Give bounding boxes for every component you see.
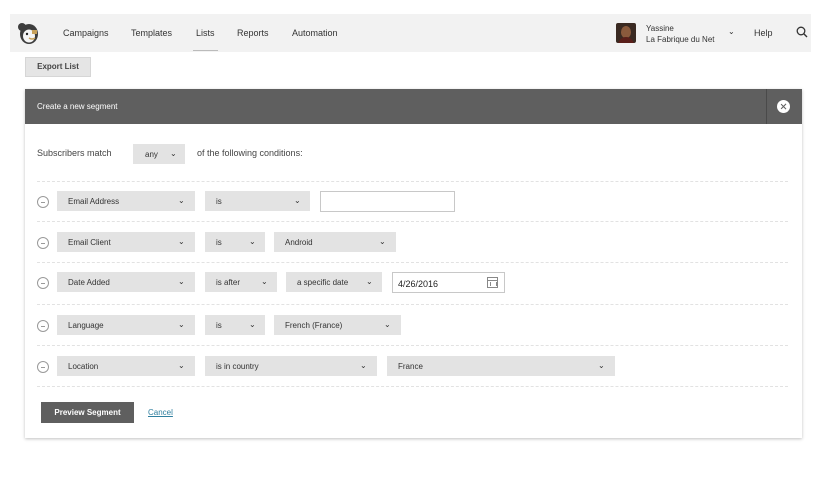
condition-row: Date Added ⌄ is after ⌄ a specific date … [25, 272, 802, 294]
mailchimp-logo-icon[interactable] [16, 20, 40, 46]
date-qualifier-select[interactable]: a specific date ⌄ [286, 272, 382, 292]
condition-value: French (France) [285, 321, 343, 330]
condition-operator-value: is in country [216, 362, 259, 371]
condition-row: Email Client ⌄ is ⌄ Android ⌄ [25, 232, 802, 254]
chevron-down-icon: ⌄ [261, 277, 268, 286]
nav-reports[interactable]: Reports [237, 28, 269, 38]
divider [37, 221, 788, 222]
avatar[interactable] [616, 23, 636, 43]
match-type-value: any [145, 150, 158, 159]
user-org[interactable]: La Fabrique du Net [646, 35, 715, 44]
condition-value: France [398, 362, 423, 371]
condition-row: Language ⌄ is ⌄ French (France) ⌄ [25, 315, 802, 337]
remove-condition-icon[interactable] [37, 237, 49, 249]
top-navigation: Campaigns Templates Lists Reports Automa… [10, 14, 811, 52]
chevron-down-icon[interactable]: ⌄ [728, 27, 735, 36]
condition-operator-value: is [216, 238, 222, 247]
header-divider [766, 89, 767, 124]
chevron-down-icon: ⌄ [249, 320, 256, 329]
condition-field-value: Email Client [68, 238, 111, 247]
chevron-down-icon: ⌄ [379, 237, 386, 246]
condition-field-select[interactable]: Location ⌄ [57, 356, 195, 376]
condition-operator-value: is [216, 321, 222, 330]
chevron-down-icon: ⌄ [360, 361, 367, 370]
match-suffix: of the following conditions: [197, 148, 303, 158]
help-link[interactable]: Help [754, 28, 773, 38]
calendar-icon[interactable] [487, 277, 498, 288]
nav-campaigns[interactable]: Campaigns [63, 28, 109, 38]
chevron-down-icon: ⌄ [178, 320, 185, 329]
condition-field-select[interactable]: Email Address ⌄ [57, 191, 195, 211]
chevron-down-icon: ⌄ [170, 149, 177, 158]
chevron-down-icon: ⌄ [178, 196, 185, 205]
condition-value-select[interactable]: Android ⌄ [274, 232, 396, 252]
chevron-down-icon: ⌄ [178, 277, 185, 286]
condition-operator-select[interactable]: is after ⌄ [205, 272, 277, 292]
user-name[interactable]: Yassine [646, 24, 674, 33]
remove-condition-icon[interactable] [37, 277, 49, 289]
panel-header: Create a new segment [25, 89, 802, 124]
chevron-down-icon: ⌄ [598, 361, 605, 370]
condition-value-select[interactable]: French (France) ⌄ [274, 315, 401, 335]
nav-templates[interactable]: Templates [131, 28, 172, 38]
condition-row: Location ⌄ is in country ⌄ France ⌄ [25, 356, 802, 378]
condition-field-select[interactable]: Date Added ⌄ [57, 272, 195, 292]
divider [37, 304, 788, 305]
condition-field-value: Location [68, 362, 99, 371]
condition-field-select[interactable]: Language ⌄ [57, 315, 195, 335]
condition-operator-select[interactable]: is in country ⌄ [205, 356, 377, 376]
email-address-input[interactable] [320, 191, 455, 212]
segment-panel: Create a new segment Subscribers match a… [25, 89, 802, 438]
condition-operator-value: is after [216, 278, 241, 287]
date-qualifier-value: a specific date [297, 278, 349, 287]
chevron-down-icon: ⌄ [178, 237, 185, 246]
condition-operator-select[interactable]: is ⌄ [205, 191, 310, 211]
search-icon[interactable] [796, 26, 808, 38]
condition-field-value: Date Added [68, 278, 110, 287]
chevron-down-icon: ⌄ [294, 196, 301, 205]
divider [37, 386, 788, 387]
date-value: 4/26/2016 [398, 279, 439, 289]
match-prefix: Subscribers match [37, 148, 112, 158]
panel-title: Create a new segment [37, 102, 118, 111]
condition-value: Android [285, 238, 313, 247]
chevron-down-icon: ⌄ [249, 237, 256, 246]
remove-condition-icon[interactable] [37, 320, 49, 332]
condition-field-select[interactable]: Email Client ⌄ [57, 232, 195, 252]
nav-automation[interactable]: Automation [292, 28, 338, 38]
chevron-down-icon: ⌄ [178, 361, 185, 370]
condition-field-value: Email Address [68, 197, 120, 206]
condition-value-select[interactable]: France ⌄ [387, 356, 615, 376]
cancel-link[interactable]: Cancel [148, 408, 173, 417]
condition-operator-select[interactable]: is ⌄ [205, 232, 265, 252]
preview-segment-button[interactable]: Preview Segment [41, 402, 134, 423]
export-list-button[interactable]: Export List [25, 57, 91, 77]
remove-condition-icon[interactable] [37, 361, 49, 373]
condition-row: Email Address ⌄ is ⌄ [25, 191, 802, 213]
match-type-select[interactable]: any ⌄ [133, 144, 185, 164]
chevron-down-icon: ⌄ [366, 277, 373, 286]
divider [37, 181, 788, 182]
condition-field-value: Language [68, 321, 104, 330]
divider [37, 345, 788, 346]
avatar-body [618, 37, 634, 43]
date-input[interactable]: 4/26/2016 [392, 272, 505, 293]
condition-operator-value: is [216, 197, 222, 206]
condition-operator-select[interactable]: is ⌄ [205, 315, 265, 335]
close-icon[interactable] [777, 100, 790, 113]
divider [37, 262, 788, 263]
nav-lists[interactable]: Lists [193, 28, 217, 51]
remove-condition-icon[interactable] [37, 196, 49, 208]
chevron-down-icon: ⌄ [384, 320, 391, 329]
